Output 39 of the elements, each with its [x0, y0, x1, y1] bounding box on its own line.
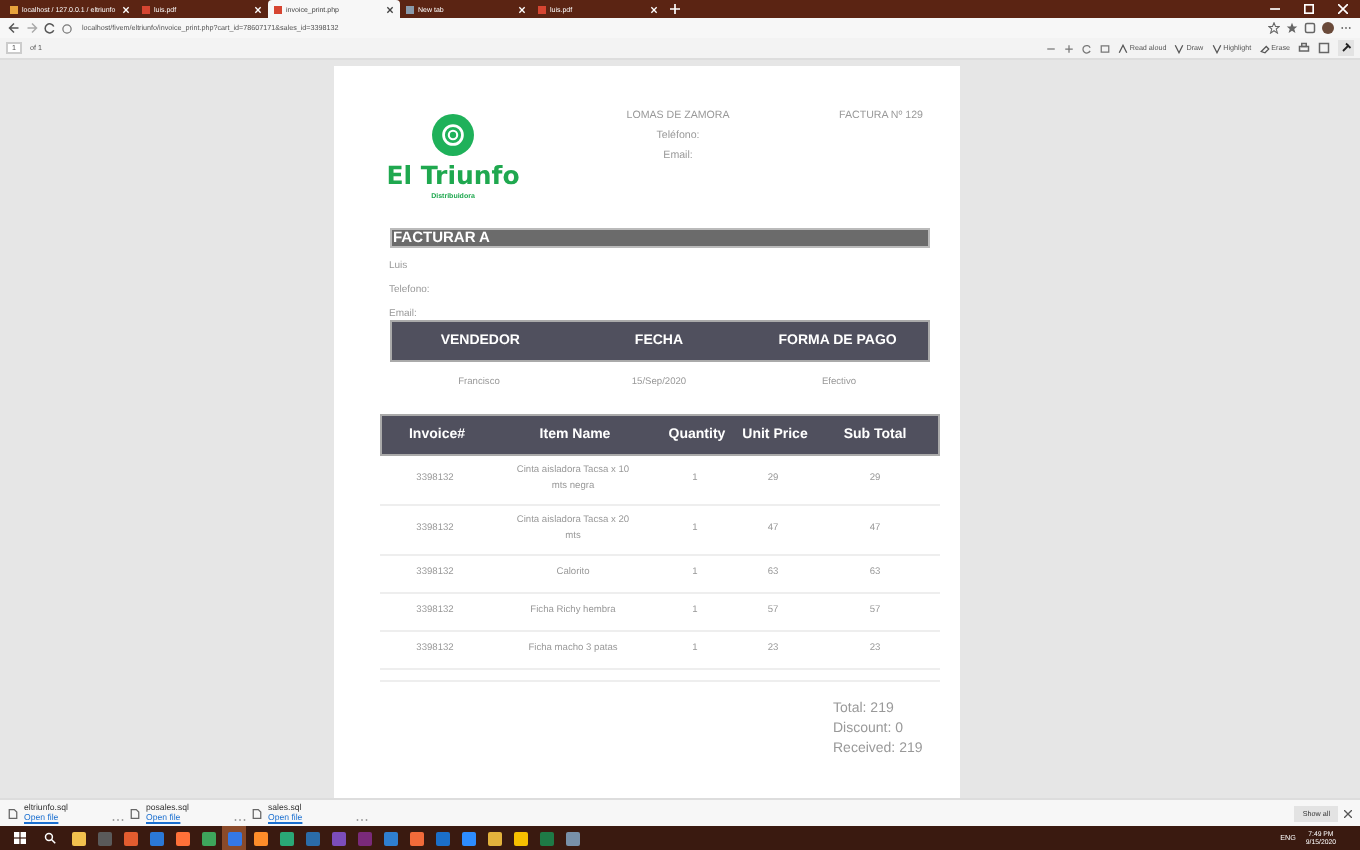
taskbar-app-icon[interactable] [248, 826, 272, 850]
back-arrow-icon[interactable] [8, 22, 20, 34]
close-icon[interactable] [386, 5, 394, 13]
save-icon[interactable] [1318, 42, 1330, 54]
taskbar-app-icon[interactable] [404, 826, 428, 850]
taskbar-app-icon[interactable] [274, 826, 298, 850]
pin-icon[interactable] [1338, 40, 1354, 56]
star-icon[interactable] [1268, 22, 1280, 34]
taskbar-app-icon[interactable] [508, 826, 532, 850]
tab-favicon-icon [274, 5, 282, 13]
info-icon [62, 23, 72, 33]
logo-circle-icon [432, 114, 474, 156]
taskbar-app-icon[interactable] [482, 826, 506, 850]
profile-avatar-icon[interactable] [1322, 22, 1334, 34]
rotate-icon[interactable] [1081, 43, 1092, 53]
tab-favicon-icon [142, 5, 150, 13]
taskbar-app-icon[interactable] [378, 826, 402, 850]
taskbar-app-icon[interactable] [560, 826, 584, 850]
brand-name: El Triunfo [386, 160, 520, 190]
close-icon[interactable] [1344, 809, 1352, 817]
collections-icon[interactable] [1304, 22, 1316, 34]
taskbar-app-icon[interactable] [170, 826, 194, 850]
favorites-icon[interactable] [1286, 22, 1298, 34]
zoom-in-icon[interactable] [1063, 43, 1074, 53]
file-icon [8, 807, 18, 819]
taskbar-app-icon[interactable] [66, 826, 90, 850]
file-icon [130, 807, 140, 819]
fit-page-icon[interactable] [1099, 43, 1110, 53]
new-tab-icon[interactable] [664, 0, 686, 18]
taskbar-app-icon[interactable] [118, 826, 142, 850]
eraser-icon [1259, 43, 1270, 53]
refresh-icon[interactable] [44, 22, 56, 34]
file-icon [252, 807, 262, 819]
print-icon[interactable] [1298, 42, 1310, 54]
tab-favicon-icon [10, 5, 18, 13]
tab-favicon-icon [538, 5, 546, 13]
taskbar-app-icon[interactable] [196, 826, 220, 850]
tab-favicon-icon [406, 5, 414, 13]
taskbar-app-icon[interactable] [456, 826, 480, 850]
